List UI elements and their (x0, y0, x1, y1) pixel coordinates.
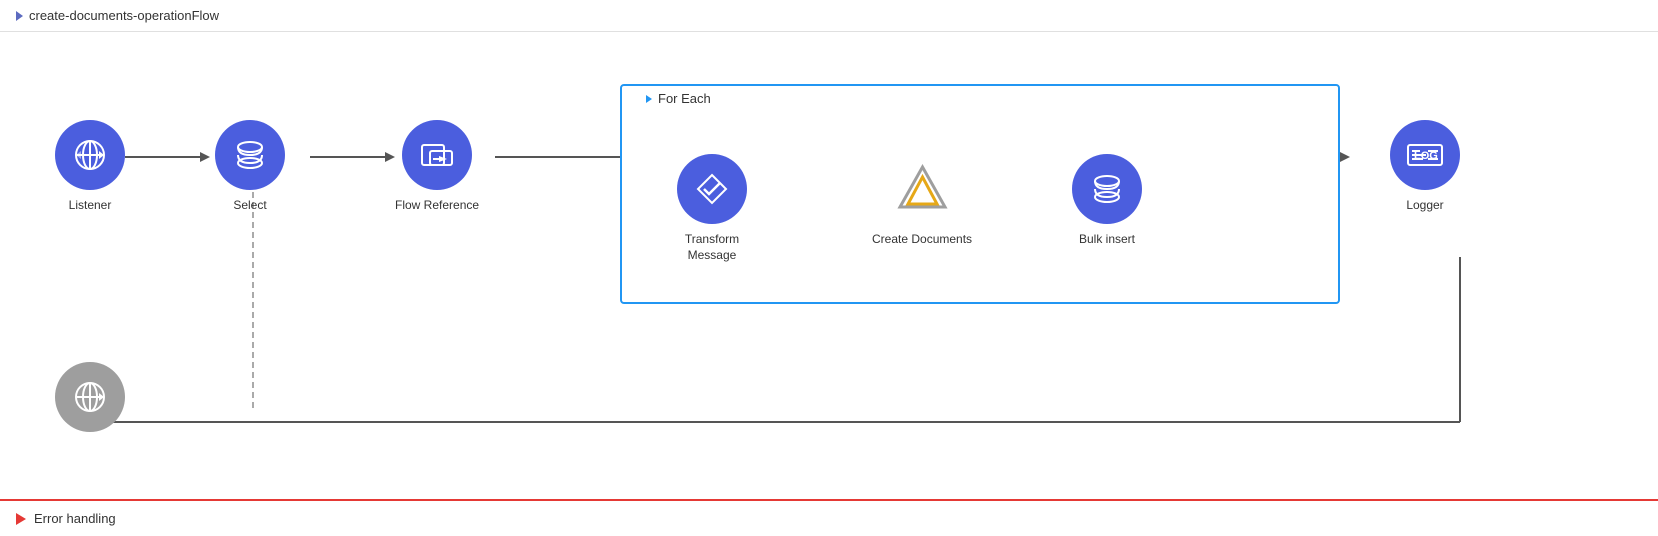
bulk-insert-icon (1089, 171, 1125, 207)
select-label: Select (233, 198, 266, 214)
transform-icon (694, 171, 730, 207)
log-icon: LOG (1404, 137, 1446, 173)
logger-label: Logger (1406, 198, 1443, 214)
main-container: create-documents-operationFlow (0, 0, 1658, 536)
transform-message-node[interactable]: TransformMessage (677, 154, 747, 263)
collapse-triangle-icon[interactable] (16, 11, 23, 21)
create-docs-icon (895, 162, 950, 217)
database-icon (232, 137, 268, 173)
create-docs-label: Create Documents (872, 232, 972, 248)
error-expand-icon[interactable] (16, 513, 26, 525)
select-node[interactable]: Select (215, 120, 285, 214)
for-each-container: For Each TransformMessage (620, 84, 1340, 304)
listener-label: Listener (69, 198, 112, 214)
create-documents-node[interactable]: Create Documents (872, 154, 972, 248)
flow-header: create-documents-operationFlow (0, 0, 1658, 32)
for-each-label: For Each (658, 91, 711, 106)
vue-icon-wrapper (887, 154, 957, 224)
error-footer[interactable]: Error handling (0, 499, 1658, 536)
error-label: Error handling (34, 511, 116, 526)
listener-node[interactable]: Listener (55, 120, 125, 214)
gray-listener-circle (55, 362, 125, 432)
bulk-insert-node[interactable]: Bulk insert (1072, 154, 1142, 248)
select-circle (215, 120, 285, 190)
listener-circle (55, 120, 125, 190)
svg-text:LOG: LOG (1414, 150, 1438, 162)
flow-ref-label: Flow Reference (395, 198, 479, 214)
bulk-insert-circle (1072, 154, 1142, 224)
flow-ref-circle (402, 120, 472, 190)
globe-icon (72, 137, 108, 173)
gray-listener-node[interactable] (55, 362, 125, 432)
for-each-header: For Each (634, 85, 723, 112)
logger-node[interactable]: LOG Logger (1390, 120, 1460, 214)
gray-globe-icon (72, 379, 108, 415)
transform-circle (677, 154, 747, 224)
transform-label: TransformMessage (685, 232, 739, 263)
for-each-triangle-icon (646, 95, 652, 103)
flow-title: create-documents-operationFlow (29, 8, 219, 23)
flow-reference-node[interactable]: Flow Reference (395, 120, 479, 214)
flow-ref-icon (419, 137, 455, 173)
logger-circle: LOG (1390, 120, 1460, 190)
flow-canvas: Listener Select (0, 32, 1658, 499)
bulk-insert-label: Bulk insert (1079, 232, 1135, 248)
